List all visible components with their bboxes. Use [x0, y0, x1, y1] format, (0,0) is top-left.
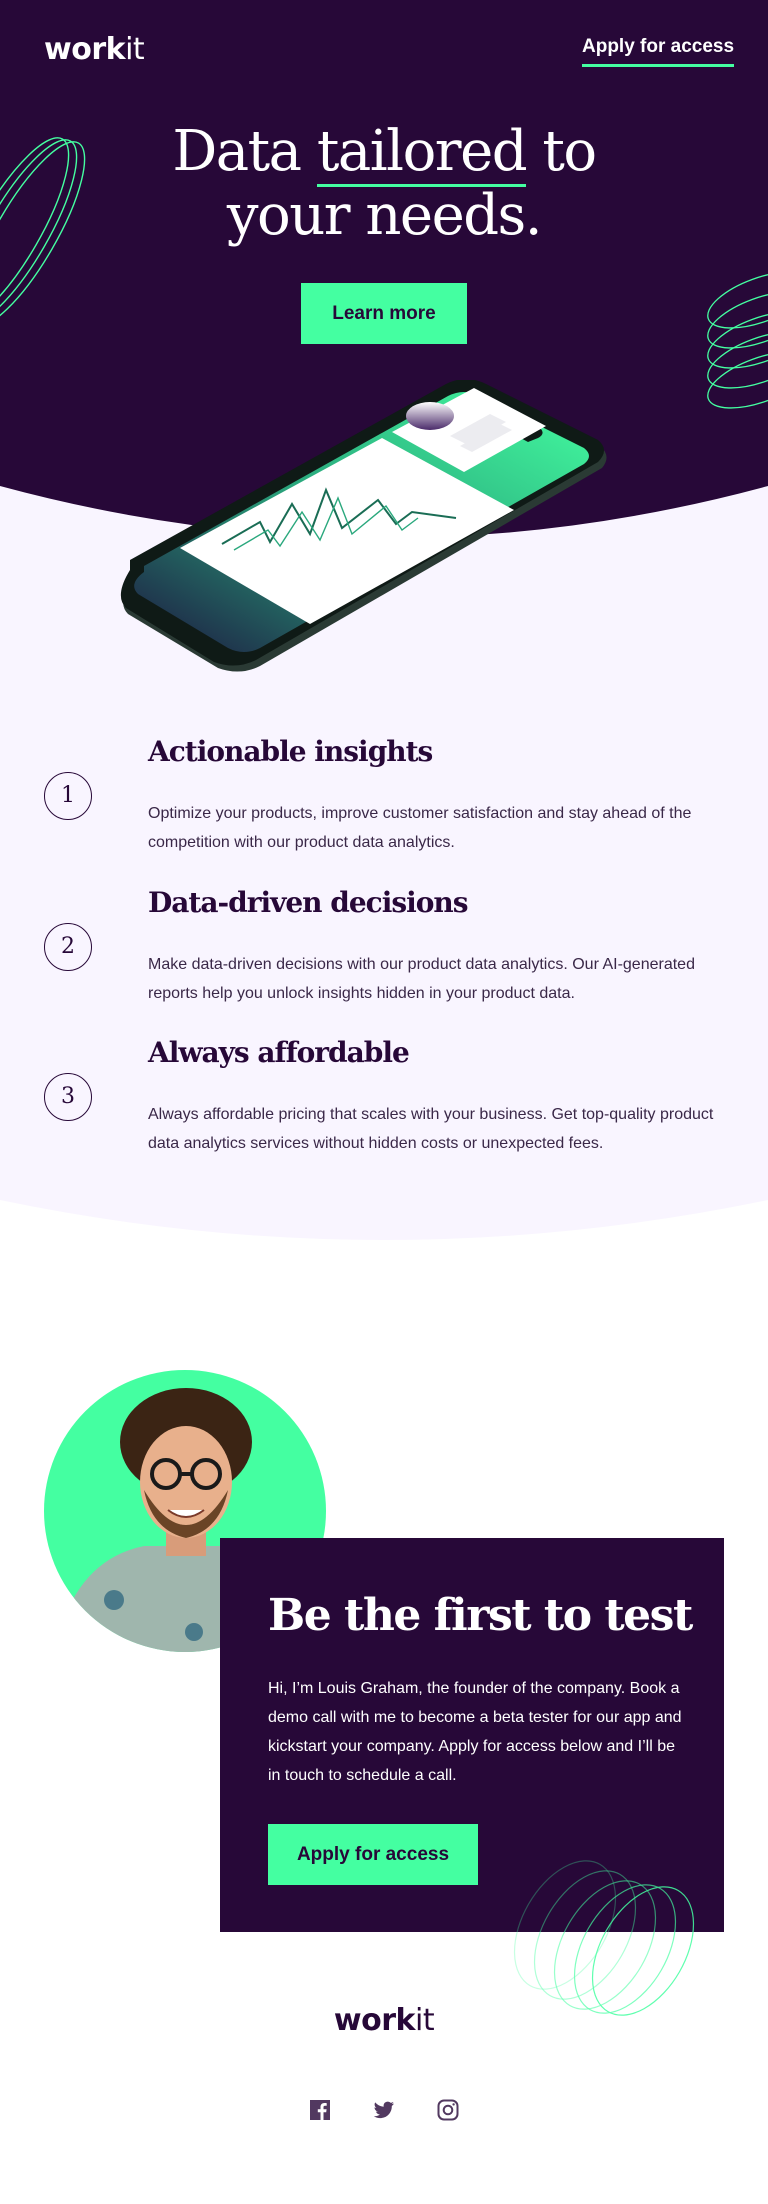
feature-number-1: 1 [44, 772, 92, 820]
footer-logo-light: it [414, 2003, 435, 2038]
hero-title-part2: to [526, 119, 597, 184]
decorative-rings-right [707, 271, 768, 409]
feature-body-1: Optimize your products, improve customer… [148, 805, 692, 851]
facebook-icon[interactable] [308, 2098, 332, 2122]
feature-body-3: Always affordable pricing that scales wi… [148, 1106, 714, 1152]
header-logo[interactable]: workit [44, 32, 145, 67]
hero-title-line2: your needs. [226, 183, 543, 248]
about-body: Hi, I’m Louis Graham, the founder of the… [268, 1680, 682, 1784]
decorative-rings-bottom [513, 1860, 695, 2016]
apply-for-access-link[interactable]: Apply for access [582, 36, 735, 67]
apply-for-access-button[interactable]: Apply for access [268, 1824, 478, 1885]
twitter-icon[interactable] [372, 2098, 396, 2122]
feature-title-1: Actionable insights [148, 735, 433, 768]
instagram-icon[interactable] [436, 2098, 460, 2122]
hero-title: Data tailored to your needs. [0, 119, 768, 248]
footer-logo[interactable]: workit [0, 2003, 768, 2038]
feature-title-2: Data-driven decisions [148, 886, 469, 919]
feature-title-3: Always affordable [148, 1036, 410, 1069]
feature-number-3: 3 [44, 1073, 92, 1121]
learn-more-button[interactable]: Learn more [301, 283, 467, 344]
phone-illustration [120, 380, 607, 672]
logo-light-text: it [125, 32, 145, 67]
about-title: Be the first to test [268, 1590, 693, 1641]
feature-body-2: Make data-driven decisions with our prod… [148, 956, 695, 1002]
footer-logo-bold: work [333, 2003, 416, 2038]
hero-title-part1: Data [172, 119, 317, 184]
feature-number-2: 2 [44, 923, 92, 971]
logo-bold-text: work [44, 32, 126, 67]
hero-title-underlined: tailored [316, 119, 528, 187]
social-links [0, 2098, 768, 2122]
